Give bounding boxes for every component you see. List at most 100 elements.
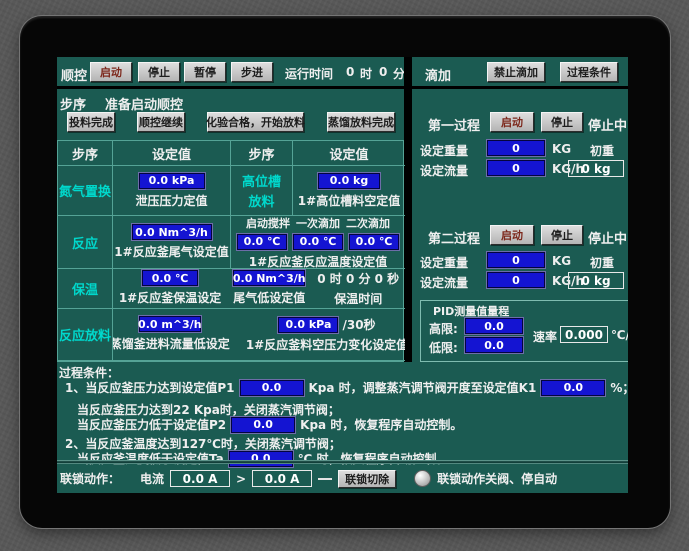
second-add-label: 二次滴加	[346, 216, 390, 230]
rate-value: 0.000	[560, 326, 608, 343]
process-conditions-section: 过程条件： 1、当反应釜压力达到设定值P1 0.0 Kpa 时，调整蒸汽调节阀开…	[57, 362, 628, 467]
pid-high-input[interactable]: 0.0	[465, 318, 523, 334]
step-reaction-discharge: 反应放料	[58, 309, 113, 361]
panel-divider	[404, 57, 412, 362]
hold-gas-caption: 尾气低设定值	[233, 291, 306, 305]
connector-line	[318, 477, 333, 480]
process1-init-weight-label: 初重	[590, 144, 615, 158]
step-nitrogen-purge: 氮气置换	[58, 166, 113, 216]
step-hold: 保温	[58, 269, 113, 309]
interlock-indicator-lamp	[414, 470, 432, 487]
high-tank-empty-input[interactable]: 0.0 kg	[318, 172, 380, 189]
empty-pressure-caption: 1#反应釜料空压力变化设定值	[245, 338, 405, 352]
rate-label: 速率	[533, 330, 558, 344]
process1-init-weight-value: 0 kg	[568, 160, 624, 177]
current-measured-value: 0.0 A	[170, 470, 231, 487]
reaction-temp-caption: 1#反应釜反应温度设定值	[248, 254, 388, 269]
first-add-label: 一次滴加	[296, 216, 340, 230]
hold-gas-input[interactable]: 0.0 Nm^3/h	[233, 270, 306, 286]
still-feed-flow-input[interactable]: 0.0 m^3/h	[138, 316, 202, 332]
high-tank-empty-caption: 1#高位槽料空定值	[297, 193, 401, 208]
step-reaction: 反应	[58, 216, 113, 269]
condition-line-1: 1、当反应釜压力达到设定值P1 0.0 Kpa 时，调整蒸汽调节阀开度至设定值K…	[65, 379, 628, 396]
distill-discharge-complete-button[interactable]: 蒸馏放料完成	[327, 112, 395, 132]
hold-temp-input[interactable]: 0.0 ℃	[142, 270, 199, 286]
process2-weight-unit: KG	[552, 254, 572, 268]
header-text: 设定值	[151, 147, 191, 163]
p1-pressure-input[interactable]: 0.0	[239, 379, 304, 396]
condition-line-3: 当反应釜压力低于设定值P2 0.0 Kpa 时，恢复程序自动控制。	[77, 416, 462, 433]
seq-start-button[interactable]: 启动	[90, 62, 132, 82]
dripping-panel: 滴加 禁止滴加 过程条件 第一过程 启动 停止 停止中 设定重量 0 KG 初重…	[412, 57, 628, 362]
photo-background: 顺控 启动 停止 暂停 步进 运行时间 0 时 0 分 步序 准备启动顺控 投料…	[0, 0, 689, 551]
rate-unit: ℃/m	[611, 328, 628, 342]
condition-text: %；	[610, 381, 628, 395]
process2-stop-button[interactable]: 停止	[541, 225, 583, 245]
process1-flow-input[interactable]: 0	[487, 160, 545, 176]
process1-title: 第一过程	[428, 119, 481, 134]
process2-flow-input[interactable]: 0	[487, 272, 545, 288]
process1-stop-button[interactable]: 停止	[541, 112, 583, 132]
pid-high-label: 高限:	[429, 322, 458, 336]
pid-range-title: PID测量值量程	[433, 305, 510, 318]
col-header-value2: 设定值	[293, 141, 405, 166]
seq-step-button[interactable]: 步进	[231, 62, 273, 82]
condition-text: Kpa 时，调整蒸汽调节阀开度至设定值K1	[308, 381, 537, 395]
col-header-step2: 步序	[231, 141, 293, 166]
p2-pressure-input[interactable]: 0.0	[231, 416, 296, 433]
step-label: 放料	[248, 195, 275, 210]
second-add-temp-input[interactable]: 0.0 ℃	[349, 233, 399, 250]
hmi-screen: 顺控 启动 停止 暂停 步进 运行时间 0 时 0 分 步序 准备启动顺控 投料…	[57, 57, 628, 493]
pressure-rate-suffix: /30秒	[342, 318, 376, 332]
feed-complete-button[interactable]: 投料完成	[67, 112, 115, 132]
header-text: 步序	[71, 147, 98, 163]
step-seq-status: 准备启动顺控	[105, 98, 184, 113]
forbid-dripping-button[interactable]: 禁止滴加	[487, 62, 545, 82]
runtime-label: 运行时间	[285, 67, 334, 81]
relief-pressure-caption: 泄压压力定值	[135, 193, 208, 208]
process1-weight-input[interactable]: 0	[487, 140, 545, 156]
relief-pressure-input[interactable]: 0.0 kPa	[138, 172, 205, 189]
process2-weight-input[interactable]: 0	[487, 252, 545, 268]
process2-start-button[interactable]: 启动	[490, 225, 534, 245]
cell-high-tank-empty: 0.0 kg 1#高位槽料空定值	[293, 166, 405, 216]
process1-weight-label: 设定重量	[420, 144, 469, 158]
process-conditions-button[interactable]: 过程条件	[560, 62, 618, 82]
k1-opening-input[interactable]: 0.0	[541, 379, 606, 396]
runtime-hours-unit: 时	[360, 67, 373, 81]
pid-low-input[interactable]: 0.0	[465, 337, 523, 353]
step-label: 反应放料	[58, 329, 111, 344]
step-high-tank-discharge: 高位槽 放料	[231, 166, 293, 216]
interlock-note: 联锁动作关阀、停自动	[437, 472, 558, 486]
process2-status: 停止中	[588, 232, 628, 247]
pid-low-label: 低限:	[429, 341, 458, 355]
cell-reaction-temps: 启动搅拌 一次滴加 二次滴加 0.0 ℃ 0.0 ℃ 0.0 ℃ 1#反应釜反应…	[231, 216, 405, 269]
header-text: 设定值	[329, 147, 369, 163]
test-pass-discharge-button[interactable]: 化验合格，开始放料	[206, 112, 305, 132]
process1-flow-label: 设定流量	[420, 164, 469, 178]
first-add-temp-input[interactable]: 0.0 ℃	[293, 233, 343, 250]
pid-range-box: PID测量值量程 高限: 0.0 低限: 0.0 速率 0.000 ℃/m	[420, 300, 628, 362]
still-feed-flow-caption: 蒸馏釜进料流量低设定	[113, 337, 230, 351]
process2-flow-label: 设定流量	[420, 276, 469, 290]
process1-start-button[interactable]: 启动	[490, 112, 534, 132]
empty-pressure-input[interactable]: 0.0 kPa	[278, 316, 339, 333]
step-label: 氮气置换	[58, 185, 111, 200]
seq-pause-button[interactable]: 暂停	[184, 62, 226, 82]
runtime-minutes: 0	[379, 65, 388, 79]
stir-temp-input[interactable]: 0.0 ℃	[237, 233, 287, 250]
condition-text: 1、当反应釜压力达到设定值P1	[65, 381, 235, 395]
current-threshold-input[interactable]: 0.0 A	[252, 470, 313, 487]
cell-tail-gas: 0.0 Nm^3/h 1#反应釜尾气设定值	[113, 216, 231, 269]
interlock-cutoff-button[interactable]: 联锁切除	[338, 469, 397, 488]
seq-stop-button[interactable]: 停止	[138, 62, 180, 82]
runtime-hours: 0	[346, 65, 355, 79]
tail-gas-input[interactable]: 0.0 Nm^3/h	[131, 224, 212, 240]
process1-status: 停止中	[588, 119, 628, 134]
condition-text: Kpa 时，恢复程序自动控制。	[300, 418, 463, 432]
step-label: 高位槽	[241, 175, 281, 190]
process2-init-weight-label: 初重	[590, 256, 615, 270]
step-label: 反应	[71, 236, 98, 252]
process2-init-weight-value: 0 kg	[568, 272, 624, 289]
seq-continue-button[interactable]: 顺控继续	[137, 112, 185, 132]
